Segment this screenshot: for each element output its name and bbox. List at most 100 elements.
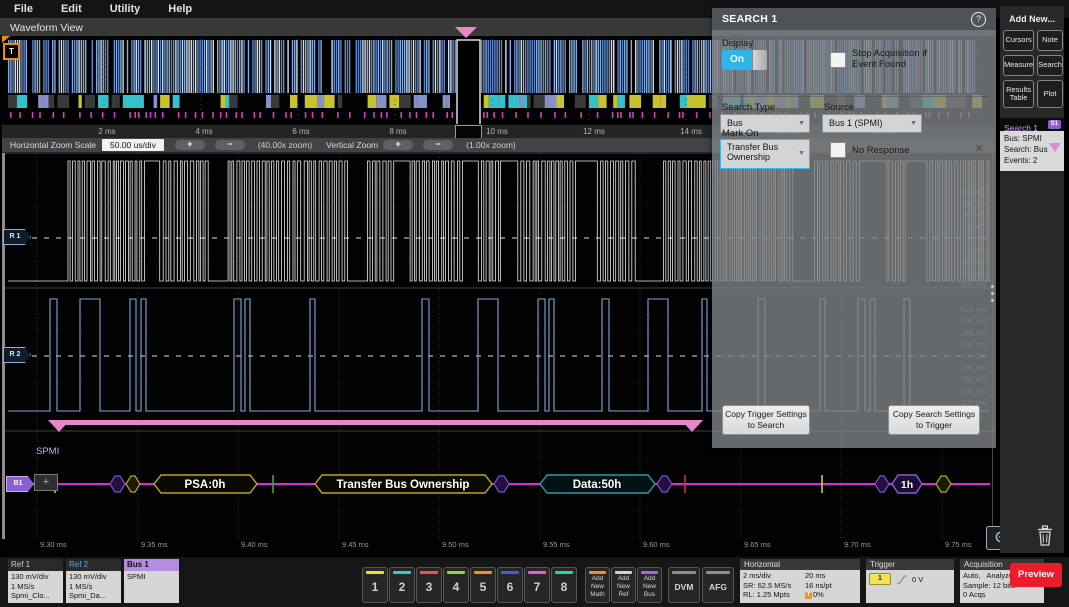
mark-on-dropdown[interactable]: Transfer Bus Ownership ▼ [720,139,810,169]
no-response-label: No Response [852,145,910,156]
search-results-bar [48,420,703,432]
ref2-badge[interactable]: Ref 2 130 mV/div 1 MS/s Spmi_Da... [66,559,121,601]
add-measure-button[interactable]: Measure [1003,55,1034,76]
h-window: 20 ms [805,571,857,581]
trigger-source-chip: 1 [869,573,891,585]
trigger-position-badge[interactable]: T [3,43,20,60]
bus-packet-transfer-label: Transfer Bus Ownership [337,479,470,491]
add-ref-label: Add New Ref [612,575,635,599]
no-response-checkbox[interactable] [830,142,846,158]
channel-7-label: 7 [525,580,549,594]
preview-button[interactable]: Preview [1010,563,1062,587]
channel-2-button[interactable]: 2 [389,567,415,603]
time-label: 9.45 ms [342,540,369,549]
channel-2-label: 2 [390,580,414,594]
display-toggle-knob[interactable] [752,50,767,70]
horizontal-title: Horizontal [740,559,860,570]
display-label: Display [722,38,753,49]
afg-button[interactable]: AFG [702,567,734,603]
add-math-label: Add New Math [586,575,609,599]
panel-divider [718,96,990,97]
left-scroll-handle[interactable] [2,153,5,539]
search-config-panel: SEARCH 1 ? Display On Stop Acquisition i… [712,8,996,448]
bus1-title: Bus 1 [124,559,179,571]
trigger-level: 0 V [912,575,923,584]
display-on-toggle[interactable]: On [722,50,752,70]
add-note-button[interactable]: Note [1037,30,1063,51]
ruler-label: 14 ms [676,127,706,136]
v-zoom-label: Vertical Zoom [326,140,378,150]
menu-utility[interactable]: Utility [96,3,155,15]
add-new-bus-button[interactable]: Add New Bus [637,567,662,603]
zoom-window-marker-icon[interactable] [455,27,477,38]
ref1-badge[interactable]: Ref 1 130 mV/div 1 MS/s Spmi_Clo... [8,559,63,601]
help-icon[interactable]: ? [971,12,986,27]
channel-5-button[interactable]: 5 [470,567,496,603]
overview-zoom-window[interactable] [457,40,480,125]
ruler-label: 10 ms [482,127,512,136]
add-cursors-button[interactable]: Cursors [1003,30,1034,51]
h-zoom-minus-button[interactable]: − [215,140,245,150]
copy-trigger-to-search-button[interactable]: Copy Trigger Settings to Search [722,405,810,435]
time-label: 9.30 ms [40,540,67,549]
channel-3-button[interactable]: 3 [416,567,442,603]
copy-search-to-trigger-button[interactable]: Copy Search Settings to Trigger [888,405,980,435]
h-zoom-scale-value[interactable]: 50.00 us/div [102,139,164,151]
channel-4-button[interactable]: 4 [443,567,469,603]
chevron-down-icon: ▼ [798,140,805,168]
h-recordlength: RL: 1.25 Mpts [743,590,805,600]
v-zoom-plus-button[interactable]: + [383,140,413,150]
bus-packet-data-label: Data:50h [573,479,622,491]
h-samplerate: SR: 62.5 MS/s [743,581,805,591]
add-search-button[interactable]: Search [1037,55,1063,76]
trigger-title: Trigger [866,559,954,570]
menu-edit[interactable]: Edit [47,3,96,15]
search-card-line: Events: 2 [1004,155,1060,166]
delete-search-button[interactable] [1036,525,1054,552]
mark-on-label: Mark On [722,128,758,139]
add-results-table-button[interactable]: Results Table [1003,80,1034,108]
ref1-scale: 130 mV/div [11,572,60,582]
channel-7-button[interactable]: 7 [524,567,550,603]
add-new-ref-button[interactable]: Add New Ref [611,567,636,603]
bus-packet-psa-label: PSA:0h [185,479,226,491]
add-bus-label: Add New Bus [638,575,661,599]
channel-5-label: 5 [471,580,495,594]
channel-3-label: 3 [417,580,441,594]
dvm-button[interactable]: DVM [668,567,700,603]
v-zoom-minus-button[interactable]: − [423,140,453,150]
time-label: 9.75 ms [945,540,972,549]
ref2-rate: 1 MS/s [69,582,118,592]
bus-tick-green [272,475,274,493]
horizontal-badge[interactable]: Horizontal 2 ms/div20 ms SR: 62.5 MS/s16… [740,559,860,601]
bus-expand-button[interactable]: + [34,474,58,491]
h-zoom-scale-label: Horizontal Zoom Scale [10,140,96,150]
bus-packet-1h-label: 1h [901,479,913,491]
channel-6-button[interactable]: 6 [497,567,523,603]
panel-splitter-handle[interactable] [991,281,994,306]
h-zoom-readout: (40.00x zoom) [258,140,312,150]
search-result-card[interactable]: Search 1 S1 Bus: SPMI Search: Bus Events… [1000,118,1064,171]
search-panel-titlebar[interactable]: SEARCH 1 ? [712,8,996,30]
menu-file[interactable]: File [0,3,47,15]
search-event-marker-left[interactable] [48,420,70,432]
bus1-badge[interactable]: Bus 1 SPMI [124,559,179,601]
stop-acquisition-checkbox[interactable] [830,52,846,68]
channel-1-button[interactable]: 1 [362,567,388,603]
close-icon[interactable]: ✕ [975,142,984,155]
add-plot-button[interactable]: Plot [1037,80,1063,108]
search-type-label: Search Type [722,102,775,113]
mark-on-value: Transfer Bus Ownership [727,142,789,163]
h-zoom-plus-button[interactable]: + [175,140,205,150]
menu-help[interactable]: Help [154,3,206,15]
search-event-marker-right[interactable] [681,420,703,432]
ruler-label: 12 ms [579,127,609,136]
trigger-badge[interactable]: Trigger 1 0 V [866,559,954,601]
add-new-math-button[interactable]: Add New Math [585,567,610,603]
channel-8-button[interactable]: 8 [551,567,577,603]
bus1-type: SPMI [127,572,176,582]
bus-name-label: SPMI [36,446,59,457]
channel-1-label: 1 [363,580,387,594]
source-dropdown[interactable]: Bus 1 (SPMI) ▼ [822,114,922,133]
channel-8-label: 8 [552,580,576,594]
